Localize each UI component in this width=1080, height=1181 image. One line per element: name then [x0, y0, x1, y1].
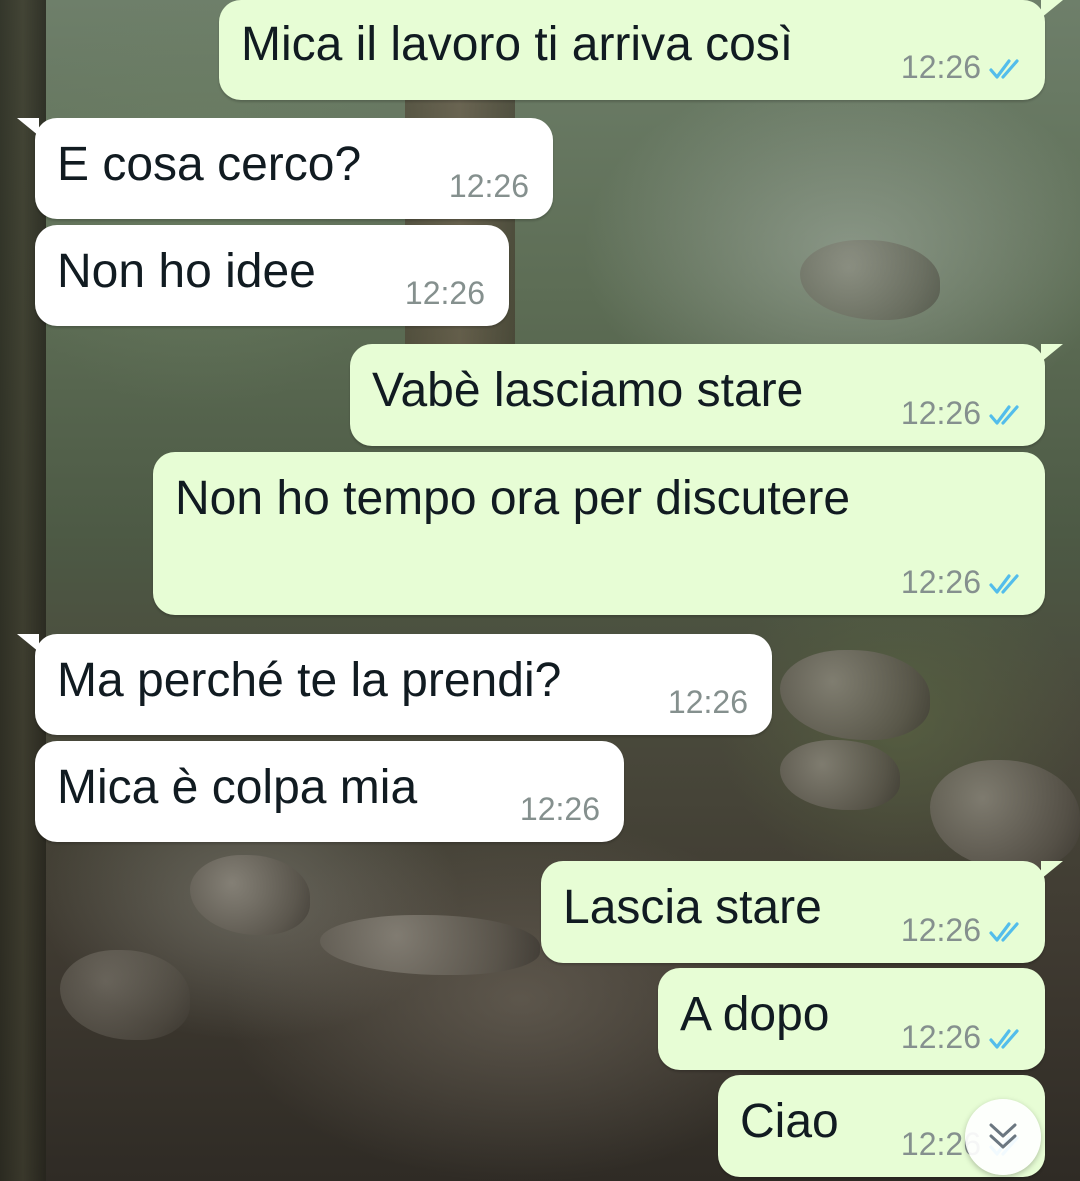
message-list[interactable]: Mica il lavoro ti arriva così 12:26 E co…	[0, 0, 1080, 1181]
message-bubble-outgoing[interactable]: Mica il lavoro ti arriva così 12:26	[219, 0, 1063, 100]
message-meta: 12:26	[668, 684, 748, 721]
message-time: 12:26	[667, 684, 748, 720]
message-meta: 12:26	[520, 791, 600, 828]
message-time: 12:26	[900, 49, 981, 85]
message-time: 12:26	[900, 1019, 981, 1055]
message-text: Lascia stare	[563, 881, 822, 934]
message-bubble-outgoing[interactable]: Lascia stare 12:26	[541, 861, 1063, 963]
message-meta: 12:26	[901, 1019, 1027, 1056]
message-text: Vabè lasciamo stare	[372, 364, 804, 417]
message-bubble-outgoing[interactable]: A dopo 12:26	[658, 968, 1045, 1070]
double-check-read-icon	[989, 573, 1019, 594]
message-bubble-incoming[interactable]: E cosa cerco? 12:26	[17, 118, 553, 219]
scroll-to-bottom-button[interactable]	[965, 1099, 1041, 1175]
message-time: 12:26	[900, 564, 981, 600]
message-meta: 12:26	[901, 564, 1027, 601]
message-text: Non ho tempo ora per discutere	[175, 472, 851, 525]
message-bubble-outgoing[interactable]: Non ho tempo ora per discutere 12:26	[153, 452, 1045, 615]
message-text: Mica è colpa mia	[57, 761, 418, 814]
double-check-read-icon	[989, 404, 1019, 425]
message-time: 12:26	[519, 791, 600, 827]
message-time: 12:26	[404, 275, 485, 311]
message-bubble-incoming[interactable]: Ma perché te la prendi? 12:26	[17, 634, 772, 735]
message-time: 12:26	[448, 168, 529, 204]
message-meta: 12:26	[901, 49, 1027, 86]
double-check-read-icon	[989, 921, 1019, 942]
double-check-read-icon	[989, 1028, 1019, 1049]
message-bubble-outgoing[interactable]: Vabè lasciamo stare 12:26	[350, 344, 1063, 446]
message-bubble-incoming[interactable]: Mica è colpa mia 12:26	[35, 741, 624, 842]
message-text: Mica il lavoro ti arriva così	[241, 18, 794, 71]
double-check-read-icon	[989, 58, 1019, 79]
message-bubble-incoming[interactable]: Non ho idee 12:26	[35, 225, 509, 326]
message-meta: 12:26	[901, 395, 1027, 432]
message-text: Non ho idee	[57, 245, 316, 298]
message-meta: 12:26	[449, 168, 529, 205]
message-time: 12:26	[900, 912, 981, 948]
message-text: Ma perché te la prendi?	[57, 654, 562, 707]
message-text: A dopo	[680, 988, 830, 1041]
message-text: E cosa cerco?	[57, 138, 362, 191]
message-meta: 12:26	[901, 912, 1027, 949]
double-chevron-down-icon	[989, 1123, 1017, 1149]
message-meta: 12:26	[405, 275, 485, 312]
message-text: Ciao	[740, 1095, 839, 1148]
message-time: 12:26	[900, 395, 981, 431]
